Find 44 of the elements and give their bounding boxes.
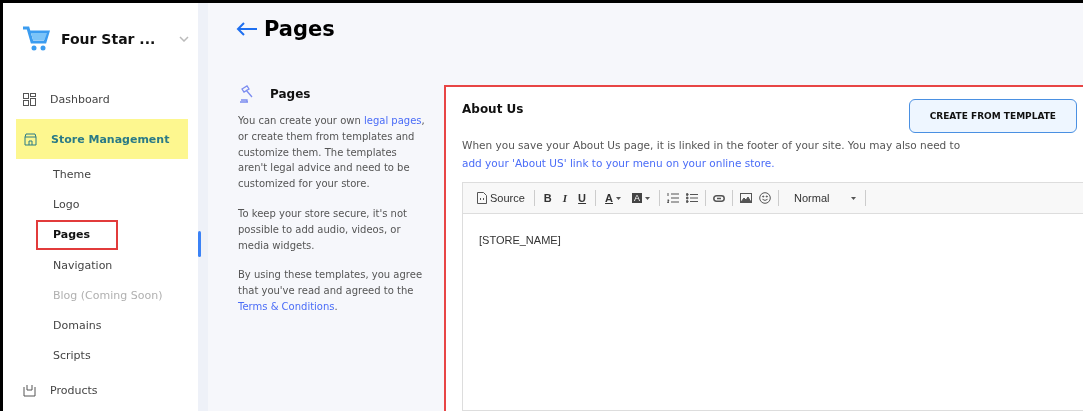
caret-icon — [851, 196, 856, 200]
info-paragraph: You can create your own legal pages, or create them from templates and customize them. The templates aren't legal advice and need to be customized for your store. — [238, 114, 426, 192]
document-icon — [477, 192, 487, 204]
text-color-button[interactable]: A — [603, 192, 623, 204]
sidebar-item[interactable]: Dashboard — [3, 79, 198, 120]
underline-button[interactable]: U — [576, 192, 589, 204]
card-description: When you save your About Us page, it is linked in the footer of your site. You may also need to add your 'About US' link to your menu on your online store. — [462, 138, 962, 171]
info-paragraph: By using these templates, you agree that you've read and agreed to the Terms & Conditions. — [238, 268, 424, 314]
info-paragraph: To keep your store secure, it's not possible to add audio, videos, or media widgets. — [238, 207, 408, 253]
shopping-cart-icon — [21, 25, 51, 53]
section-title: Pages — [270, 87, 311, 101]
box-icon — [23, 384, 36, 398]
menu-link[interactable]: add your 'About US' link to your menu on your online store. — [462, 157, 775, 169]
sidebar-item[interactable]: Navigation — [3, 250, 198, 281]
sidebar-item[interactable]: Domains — [3, 310, 198, 341]
back-arrow-icon[interactable] — [236, 22, 258, 36]
store-icon — [24, 132, 37, 146]
page-title: Pages — [264, 17, 335, 41]
create-from-template-button[interactable]: CREATE FROM TEMPLATE — [908, 99, 1077, 133]
caret-icon — [645, 196, 650, 200]
card-title: About Us — [462, 102, 524, 116]
background-color-button[interactable]: A — [630, 193, 652, 203]
link-icon[interactable] — [713, 194, 725, 202]
image-icon[interactable] — [740, 193, 752, 203]
caret-icon — [616, 196, 621, 200]
sidebar-item[interactable]: Products — [3, 370, 198, 411]
link[interactable]: legal pages — [363, 115, 422, 126]
smiley-icon[interactable] — [759, 192, 771, 204]
grid-icon — [23, 92, 36, 106]
sidebar-item[interactable]: Store Management — [16, 119, 188, 160]
store-name: Four Star ... — [61, 31, 156, 47]
numbered-list-icon[interactable] — [667, 193, 679, 203]
sidebar-item[interactable]: Theme — [3, 159, 198, 190]
italic-button[interactable]: I — [560, 192, 570, 204]
sidebar-item[interactable]: Logo — [3, 189, 198, 220]
bold-button[interactable]: B — [541, 192, 554, 204]
bullet-list-icon[interactable] — [686, 193, 698, 203]
source-button[interactable]: Source — [475, 192, 527, 204]
editor-content: [STORE_NAME] — [478, 233, 562, 248]
sidebar-item[interactable]: Scripts — [3, 340, 198, 371]
sidebar-item[interactable]: Pages — [36, 219, 118, 250]
rich-text-editor[interactable]: Source B I U A A Normal [STORE_NAME] — [462, 182, 1083, 411]
link[interactable]: Terms & Conditions — [238, 300, 335, 312]
format-dropdown[interactable]: Normal — [786, 192, 858, 204]
